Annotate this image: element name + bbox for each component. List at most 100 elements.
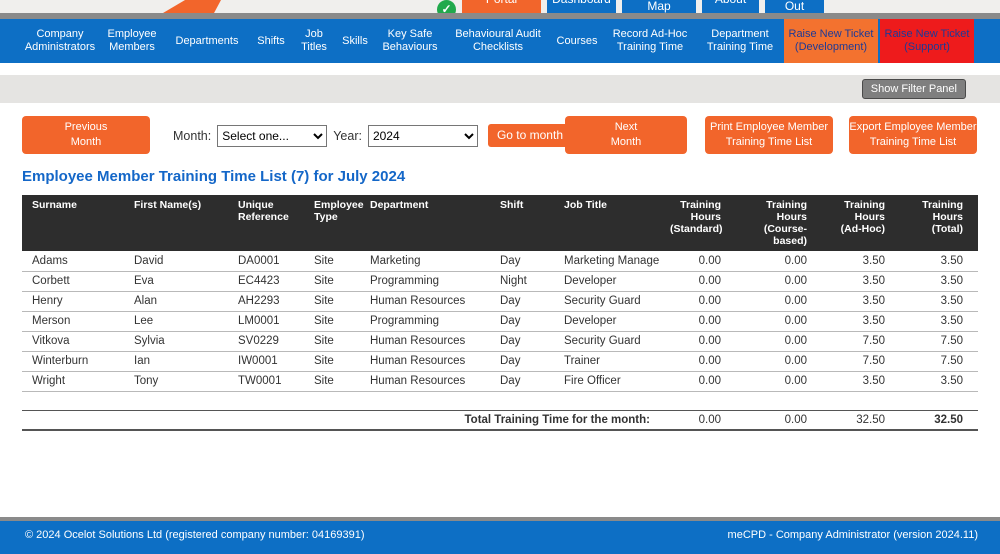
nav-item-raise-new-ticket-development[interactable]: Raise New Ticket (Development) [784, 19, 878, 63]
show-filter-panel-button[interactable]: Show Filter Panel [861, 79, 966, 99]
cell-training-hours-total: 3.50 [900, 371, 978, 392]
column-header-job-title: Job Title [554, 195, 660, 251]
total-course-based: 0.00 [736, 409, 822, 431]
cell-training-hours-standard: 0.00 [660, 271, 736, 292]
cell-training-hours-total: 3.50 [900, 251, 978, 272]
print-training-time-list-button[interactable]: Print Employee Member Training Time List [705, 116, 833, 154]
footer-copyright: © 2024 Ocelot Solutions Ltd (registered … [25, 528, 365, 541]
column-header-shift: Shift [490, 195, 554, 251]
cell-unique-reference: SV0229 [228, 331, 304, 352]
table-header: Surname First Name(s) Unique Reference Emplo… [22, 195, 978, 251]
top-buttons: ✓ Portal Dashboard Entity Map About Log … [437, 0, 824, 13]
column-header-training-hours-course-based: Training Hours (Course-based) [736, 195, 822, 251]
cell-job-title: Marketing Manager [554, 251, 660, 272]
cell-employee-type: Site [304, 351, 360, 372]
cell-shift: Night [490, 271, 554, 292]
export-line1: Export Employee Member [849, 121, 977, 133]
cell-first-names: Lee [124, 311, 228, 332]
cell-training-hours-course-based: 0.00 [736, 331, 822, 352]
about-button[interactable]: About [702, 0, 759, 13]
cell-job-title: Security Guard [554, 291, 660, 312]
month-select[interactable]: Select one... [217, 124, 328, 147]
month-year-group: Month: Select one... Year: 2024 Go to mo… [173, 124, 572, 147]
cell-training-hours-total: 3.50 [900, 271, 978, 292]
cell-shift: Day [490, 291, 554, 312]
nav-item-label: Courses [556, 34, 598, 47]
cell-employee-type: Site [304, 371, 360, 392]
cell-training-hours-ad-hoc: 7.50 [822, 351, 900, 372]
cell-training-hours-course-based: 0.00 [736, 291, 822, 312]
cell-job-title: Developer [554, 311, 660, 332]
column-header-department: Department [360, 195, 490, 251]
cell-training-hours-course-based: 0.00 [736, 251, 822, 272]
nav-item-courses[interactable]: Courses [552, 19, 602, 63]
training-time-table: Surname First Name(s) Unique Reference Emplo… [22, 195, 978, 431]
cell-department: Human Resources [360, 331, 490, 352]
cell-department: Programming [360, 311, 490, 332]
nav-item-label: Skills [342, 34, 368, 47]
cell-first-names: Sylvia [124, 331, 228, 352]
column-header-first-names: First Name(s) [124, 195, 228, 251]
cell-unique-reference: TW0001 [228, 371, 304, 392]
cell-training-hours-ad-hoc: 3.50 [822, 311, 900, 332]
portal-button[interactable]: Portal [462, 0, 541, 13]
page-title: Employee Member Training Time List (7) f… [22, 168, 406, 185]
cell-surname: Merson [22, 311, 124, 332]
nav-item-behavioural-audit-checklists[interactable]: Behavioural Audit Checklists [446, 19, 550, 63]
cell-job-title: Security Guard [554, 331, 660, 352]
table-row: Wright Tony TW0001 Site Human Resources Day Fi… [22, 371, 978, 392]
month-label: Month: [173, 128, 212, 143]
cell-training-hours-course-based: 0.00 [736, 311, 822, 332]
nav-item-label: Company Administrators [24, 28, 96, 53]
dashboard-button[interactable]: Dashboard [547, 0, 616, 13]
previous-month-button[interactable]: Previous Month [22, 116, 150, 154]
nav-item-skills[interactable]: Skills [336, 19, 374, 63]
nav-item-key-safe-behaviours[interactable]: Key Safe Behaviours [376, 19, 444, 63]
export-training-time-list-button[interactable]: Export Employee Member Training Time Lis… [849, 116, 977, 154]
cell-training-hours-course-based: 0.00 [736, 371, 822, 392]
cell-first-names: Ian [124, 351, 228, 372]
log-out-button[interactable]: Log Out [765, 0, 824, 13]
cell-training-hours-standard: 0.00 [660, 291, 736, 312]
column-header-training-hours-ad-hoc: Training Hours (Ad-Hoc) [822, 195, 900, 251]
go-to-month-button[interactable]: Go to month [487, 124, 572, 147]
cell-first-names: Tony [124, 371, 228, 392]
print-line1: Print Employee Member [710, 121, 828, 133]
total-ad-hoc: 32.50 [822, 409, 900, 431]
total-standard: 0.00 [660, 409, 736, 431]
spacer-row [22, 391, 978, 410]
nav-item-record-ad-hoc-training-time[interactable]: Record Ad-Hoc Training Time [604, 19, 696, 63]
next-month-button[interactable]: Next Month [565, 116, 687, 154]
cell-shift: Day [490, 351, 554, 372]
nav-item-company-administrators[interactable]: Company Administrators [22, 19, 98, 63]
cell-training-hours-ad-hoc: 3.50 [822, 291, 900, 312]
nav-item-departments[interactable]: Departments [166, 19, 248, 63]
cell-employee-type: Site [304, 291, 360, 312]
nav-item-label: Raise New Ticket (Support) [884, 28, 970, 53]
table-row: Vitkova Sylvia SV0229 Site Human Resources Da… [22, 331, 978, 352]
table-row: Winterburn Ian IW0001 Site Human Resources Da… [22, 351, 978, 372]
controls-row: Previous Month Month: Select one... Year… [0, 116, 1000, 154]
total-label: Total Training Time for the month: [22, 409, 660, 431]
cell-department: Marketing [360, 251, 490, 272]
table-row: Henry Alan AH2293 Site Human Resources Day Sec… [22, 291, 978, 312]
cell-surname: Winterburn [22, 351, 124, 372]
entity-map-button[interactable]: Entity Map [622, 0, 696, 13]
nav-item-shifts[interactable]: Shifts [250, 19, 292, 63]
cell-employee-type: Site [304, 251, 360, 272]
previous-month-line1: Previous [64, 121, 108, 133]
cell-training-hours-course-based: 0.00 [736, 271, 822, 292]
cell-training-hours-total: 7.50 [900, 331, 978, 352]
next-month-line2: Month [610, 136, 642, 148]
footer-version: meCPD - Company Administrator (version 2… [727, 528, 978, 541]
nav-item-department-training-time[interactable]: Department Training Time [698, 19, 782, 63]
nav-item-employee-members[interactable]: Employee Members [100, 19, 164, 63]
cell-employee-type: Site [304, 311, 360, 332]
nav-item-raise-new-ticket-support[interactable]: Raise New Ticket (Support) [880, 19, 974, 63]
cell-training-hours-ad-hoc: 3.50 [822, 251, 900, 272]
nav-item-job-titles[interactable]: Job Titles [294, 19, 334, 63]
nav-item-label: Employee Members [107, 28, 157, 53]
year-select[interactable]: 2024 [367, 124, 478, 147]
cell-training-hours-standard: 0.00 [660, 311, 736, 332]
cell-employee-type: Site [304, 331, 360, 352]
